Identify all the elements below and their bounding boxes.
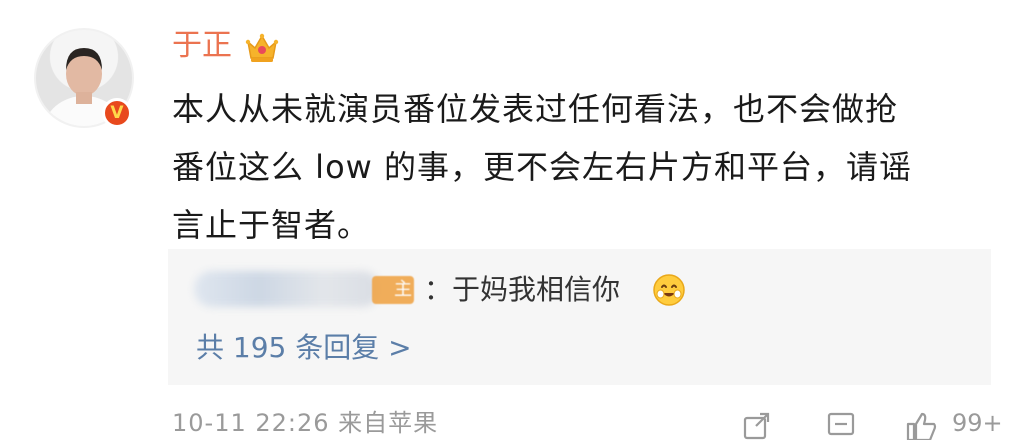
view-replies-link[interactable]: 共 195 条回复 > bbox=[196, 329, 412, 367]
comment-icon[interactable] bbox=[826, 410, 856, 440]
like-count: 99+ bbox=[952, 409, 1003, 437]
comment-preview[interactable]: 主 ：于妈我相信你 共 195 条回复 > bbox=[168, 249, 991, 385]
smiling-face-icon bbox=[653, 274, 685, 306]
crown-icon bbox=[245, 33, 279, 62]
post-content: 本人从未就演员番位发表过任何看法，也不会做抢 番位这么 low 的事，更不会左右… bbox=[172, 80, 992, 254]
like-icon[interactable] bbox=[904, 410, 938, 440]
verified-badge-icon: V bbox=[102, 98, 132, 128]
username[interactable]: 于正 bbox=[172, 26, 232, 66]
post-line: 本人从未就演员番位发表过任何看法，也不会做抢 bbox=[172, 90, 899, 128]
post-line: 言止于智者。 bbox=[172, 206, 371, 244]
comment-text: ：于妈我相信你 bbox=[424, 273, 621, 306]
share-icon[interactable] bbox=[742, 410, 772, 440]
post-line: 番位这么 low 的事，更不会左右片方和平台，请谣 bbox=[172, 148, 912, 186]
blurred-commenter-name bbox=[194, 271, 380, 307]
commenter-badge: 主 bbox=[372, 276, 414, 304]
post-timestamp: 10-11 22:26 来自苹果 bbox=[172, 409, 439, 437]
